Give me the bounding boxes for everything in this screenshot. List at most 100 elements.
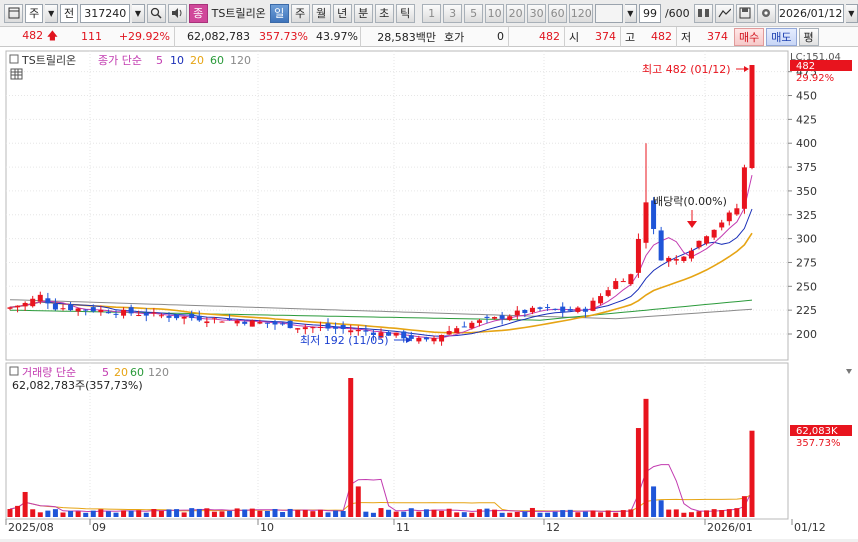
candle-body [688,250,694,259]
volume-bar [567,509,573,517]
volume-bar [227,510,233,517]
volume-bar [370,512,376,517]
save-icon[interactable] [735,3,755,23]
interval-30[interactable]: 30 [527,3,547,23]
open-price: 374 [595,30,616,43]
period-tick[interactable]: 틱 [395,3,415,23]
candle-body [439,334,445,342]
last-price-tag-text: 482 [796,61,815,72]
volume-bar [204,508,210,517]
crosshair-icon[interactable] [693,3,713,23]
custom-interval-input[interactable] [595,3,623,23]
buy-button[interactable]: 매수 [734,27,765,46]
code-input[interactable]: 317240 [80,3,131,23]
dividend-annotation: 배당락(0.00%) [653,195,727,208]
volume-bar [75,511,81,517]
volume-bar [492,509,498,517]
period-minute[interactable]: 분 [353,3,373,23]
candle-body [598,296,604,304]
candle-body [83,309,89,311]
chart-area[interactable]: TS트릴리온 종가 단순 5 10 20 60 120 475 450 425 400… [0,47,858,539]
volume-bar [166,509,172,517]
volume-bar [30,509,36,517]
candle-body [310,327,316,329]
drawing-tool-icon[interactable] [714,3,734,23]
volume-bar [181,512,187,517]
search-icon[interactable] [146,3,166,23]
candle-body [499,315,505,319]
period-month[interactable]: 월 [311,3,331,23]
volume-bar [643,398,649,517]
volume-bar [741,496,747,517]
candle-body [317,326,323,328]
period-second[interactable]: 초 [374,3,394,23]
candle-body [333,326,339,329]
scroll-up-icon[interactable] [846,369,852,374]
candle-body [416,337,422,342]
interval-60[interactable]: 60 [548,3,568,23]
chevron-down-icon[interactable]: ▼ [624,3,637,23]
period-week[interactable]: 주 [290,3,310,23]
volume-bar [52,509,58,517]
volume-bar [598,512,604,517]
volume-bar [60,512,66,517]
volume-bar [613,512,619,517]
candle-body [166,316,172,318]
date-input[interactable]: 2026/01/12 [777,3,844,23]
candle-body [295,328,301,330]
volume-bar [620,510,626,517]
candle-body [552,308,558,310]
volume-bar [317,509,323,517]
ma10-label: 10 [170,54,184,67]
interval-1[interactable]: 1 [422,3,442,23]
date-label: 01/12 [794,521,826,534]
quote-bar: 482 🡅 111 +29.92% 62,082,783 357.73% 43.… [0,26,858,47]
volume-ratio: 357.73% [259,30,308,43]
candle-body [628,274,634,285]
candle-body [105,311,111,314]
chevron-down-icon[interactable]: ▼ [45,3,58,23]
volume-bar [22,491,28,517]
interval-120[interactable]: 120 [569,3,594,23]
candle-body [15,305,21,308]
candle-body [507,316,513,321]
candle-body [514,310,520,316]
prev-button[interactable]: 전 [59,3,79,23]
count-input[interactable]: 99 [638,3,661,23]
date-label: 12 [546,521,560,534]
volume-readout: 62,082,783주(357,73%) [12,379,143,392]
interval-5[interactable]: 5 [464,3,484,23]
speaker-icon[interactable] [167,3,187,23]
candle-body [249,320,255,327]
candle-body [711,229,717,238]
volume-bar [401,511,407,517]
candle-body [590,300,596,311]
interval-20[interactable]: 20 [506,3,526,23]
candle-body [741,167,747,209]
eval-button[interactable]: 평 [798,27,819,46]
ma120-label: 120 [230,54,251,67]
candle-body [575,307,581,312]
candle-body [537,307,543,309]
chart-type-icon[interactable] [4,3,23,23]
gear-icon[interactable] [756,3,776,23]
interval-3[interactable]: 3 [443,3,463,23]
volume-bar [355,486,361,517]
turnover: 43.97% [316,30,358,43]
chevron-down-icon[interactable]: ▼ [132,3,145,23]
date-axis: 2025/08 09 10 11 12 2026/01 01/12 [5,519,826,534]
period-year[interactable]: 년 [332,3,352,23]
table-icon[interactable] [10,68,23,80]
interval-10[interactable]: 10 [485,3,505,23]
stock-chart[interactable]: TS트릴리온 종가 단순 5 10 20 60 120 475450425400… [0,47,858,539]
high-price: 482 [651,30,672,43]
market-select[interactable]: 주 [25,3,44,23]
candle-body [280,323,286,325]
sell-button[interactable]: 매도 [766,27,797,46]
volume-bar [45,510,51,517]
chevron-down-icon[interactable]: ▼ [845,3,858,23]
candle-body [128,307,134,314]
candle-body [287,320,293,329]
period-day[interactable]: 일 [269,3,289,23]
candle-body [613,281,619,289]
